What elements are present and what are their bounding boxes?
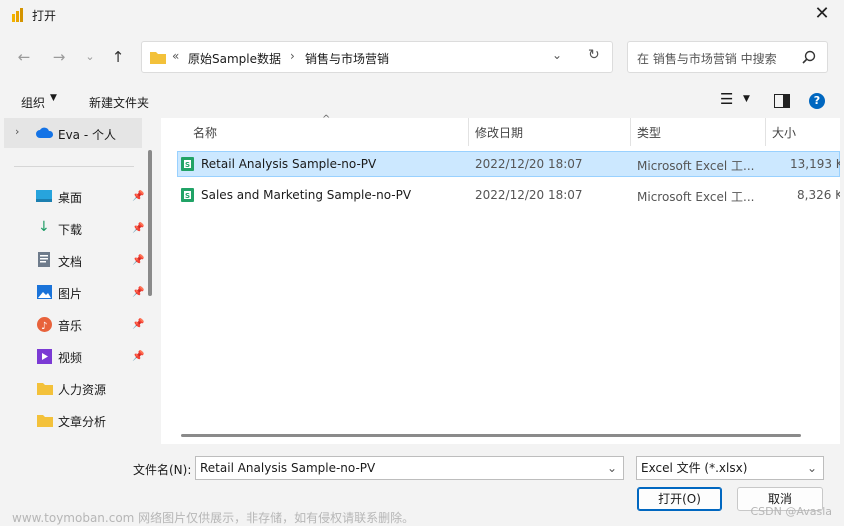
sidebar-item-label: 图片 [58,287,83,301]
horizontal-scrollbar[interactable] [181,434,801,437]
refresh-icon[interactable]: ↻ [588,47,600,63]
new-folder-button[interactable]: 新建文件夹 [89,94,149,111]
excel-file-icon: S [181,157,194,171]
app-icon [12,8,23,22]
breadcrumb-separator: › [290,49,295,63]
organize-menu[interactable]: 组织 [21,94,45,111]
watermark-text: www.toymoban.com 网络图片仅供展示，非存储，如有侵权请联系删除。 [12,511,415,525]
help-icon[interactable]: ? [809,93,825,109]
chevron-down-icon[interactable]: ⌄ [607,457,617,479]
svg-text:♪: ♪ [41,321,47,332]
cloud-icon [36,127,54,138]
file-modified: 2022/12/20 18:07 [475,188,583,202]
folder-icon [37,415,53,427]
close-icon: ✕ [814,3,830,24]
pin-icon: 📌 [132,255,145,266]
search-box[interactable]: 在 销售与市场营销 中搜索 [627,41,828,73]
navigation-pane: › Eva - 个人 桌面 📌 ↓ 下载 📌 文档 📌 图片 📌 ♪ 音乐 📌 … [4,118,155,444]
pictures-icon [37,285,52,299]
arrow-left-icon: ← [17,48,31,66]
sidebar-item-label: 桌面 [58,191,83,205]
search-input[interactable]: 在 销售与市场营销 中搜索 [637,50,777,67]
view-options-icon[interactable]: ☰ [720,90,733,108]
sidebar-item-label: 下载 [58,223,83,237]
file-name: Sales and Marketing Sample-no-PV [201,188,412,202]
filter-value: Excel 文件 (*.xlsx) [641,461,748,475]
search-icon[interactable] [802,50,816,64]
file-size: 13,193 K [790,157,840,171]
arrow-right-icon: → [52,48,66,66]
close-button[interactable]: ✕ [810,3,834,27]
recent-locations-button[interactable]: ⌄ [78,45,102,69]
up-button[interactable]: ↑ [106,45,130,69]
sidebar-item-label: 音乐 [58,319,83,333]
video-icon [37,349,52,364]
address-overflow[interactable]: « [172,49,179,63]
column-header-size[interactable]: 大小 [772,124,796,141]
music-icon: ♪ [37,317,52,332]
svg-text:S: S [185,161,190,169]
column-separator[interactable] [468,118,469,146]
pin-icon: 📌 [132,191,145,202]
file-type-filter[interactable]: Excel 文件 (*.xlsx) ⌄ [636,456,824,480]
sidebar-item-label: Eva - 个人 [58,128,116,142]
file-name: Retail Analysis Sample-no-PV [201,157,377,171]
sidebar-item-label: 视频 [58,351,83,365]
desktop-icon [36,190,52,202]
caret-down-icon[interactable]: ▼ [743,94,750,104]
window-title: 打开 [32,9,57,23]
column-separator[interactable] [765,118,766,146]
sidebar-divider [14,166,134,167]
address-bar[interactable]: « 原始Sample数据 › 销售与市场营销 ⌄ ↻ [141,41,613,73]
chevron-down-icon[interactable]: ⌄ [552,48,562,62]
column-header-type[interactable]: 类型 [637,124,661,141]
column-header-name[interactable]: 名称 [193,124,217,141]
column-separator[interactable] [630,118,631,146]
pin-icon: 📌 [132,319,145,330]
title-bar: 打开 ✕ [0,0,844,30]
sort-up-icon: ^ [322,114,331,125]
chevron-down-icon[interactable]: ⌄ [807,457,817,479]
pin-icon: 📌 [132,287,145,298]
open-button[interactable]: 打开(O) [637,487,722,511]
file-modified: 2022/12/20 18:07 [475,157,583,171]
sidebar-item-label: 文章分析 [58,415,107,429]
pin-icon: 📌 [132,223,145,234]
sidebar-scrollbar[interactable] [148,150,152,296]
chevron-down-icon: ⌄ [85,50,95,63]
preview-pane-icon[interactable] [774,94,790,108]
arrow-up-icon: ↑ [111,48,125,66]
chevron-right-icon[interactable]: › [15,125,19,138]
caret-down-icon: ▼ [50,93,57,103]
pin-icon: 📌 [132,351,145,362]
breadcrumb-item[interactable]: 原始Sample数据 [188,50,281,67]
credit-text: CSDN @Avasla [750,505,832,518]
excel-file-icon: S [181,188,194,202]
file-size: 8,326 K [797,188,840,202]
download-icon: ↓ [38,219,50,235]
file-type: Microsoft Excel 工... [637,190,755,204]
filename-value: Retail Analysis Sample-no-PV [200,461,376,475]
document-icon [38,252,50,267]
filename-input[interactable]: Retail Analysis Sample-no-PV ⌄ [195,456,624,480]
breadcrumb-item[interactable]: 销售与市场营销 [305,50,389,67]
forward-button[interactable]: → [47,45,71,69]
file-type: Microsoft Excel 工... [637,159,755,173]
back-button[interactable]: ← [12,45,36,69]
folder-icon [37,383,53,395]
sidebar-item-label: 文档 [58,255,83,269]
folder-icon [150,52,166,64]
svg-text:S: S [185,192,190,200]
filename-label: 文件名(N): [133,463,192,477]
sidebar-item-label: 人力资源 [58,383,107,397]
column-header-modified[interactable]: 修改日期 [475,124,523,141]
